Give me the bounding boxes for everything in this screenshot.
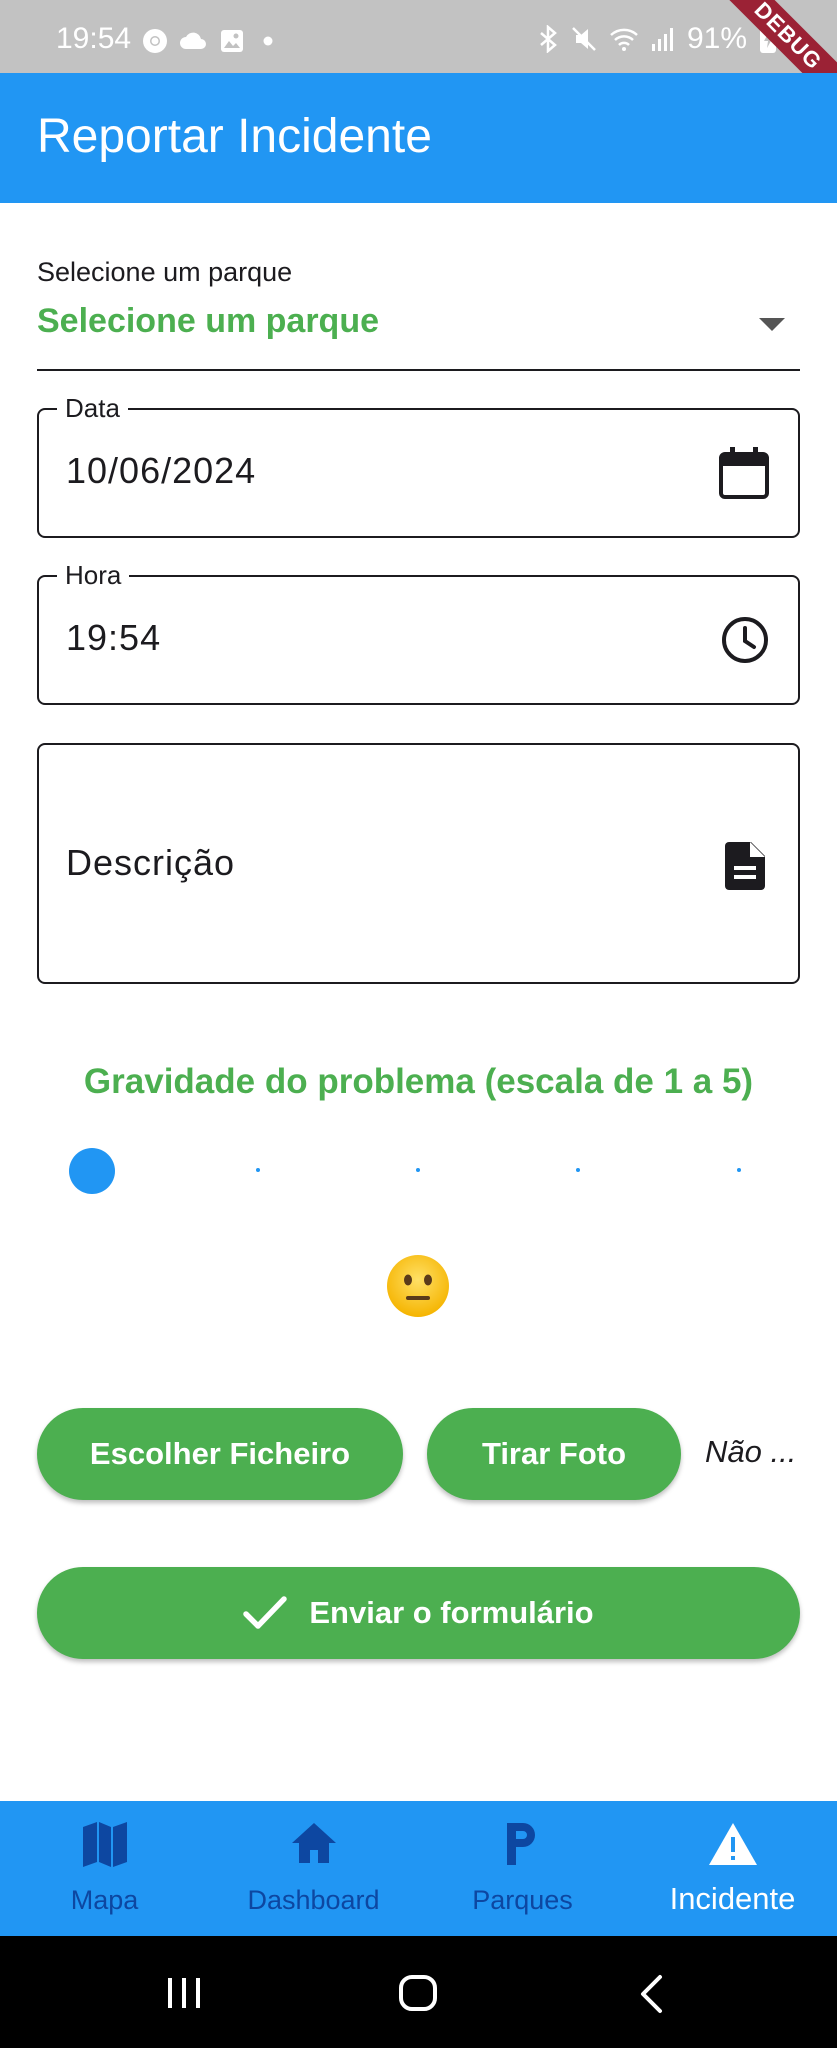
bluetooth-icon (540, 25, 557, 53)
nav-item-mapa[interactable]: Mapa (0, 1801, 209, 1936)
dropdown-arrow-icon[interactable] (759, 318, 785, 331)
description-field[interactable]: Descrição (37, 743, 800, 984)
slider-thumb[interactable] (69, 1148, 115, 1194)
signal-icon (651, 28, 673, 51)
system-nav-bar (0, 1936, 837, 2048)
warning-icon (708, 1823, 757, 1865)
check-icon (243, 1596, 288, 1629)
dropdown-underline (37, 369, 800, 371)
recent-apps-icon[interactable] (166, 1976, 202, 2010)
date-field[interactable]: Data 10/06/2024 (37, 393, 800, 538)
nav-item-dashboard[interactable]: Dashboard (209, 1801, 418, 1936)
map-icon (82, 1822, 127, 1867)
nav-item-parques[interactable]: Parques (418, 1801, 627, 1936)
park-dropdown-value[interactable]: Selecione um parque (37, 302, 379, 341)
dot-icon (263, 36, 273, 46)
home-button-icon[interactable] (398, 1974, 438, 2012)
submit-button[interactable]: Enviar o formulário (37, 1567, 800, 1659)
time-field[interactable]: Hora 19:54 (37, 560, 800, 705)
status-time: 19:54 (56, 22, 132, 55)
nav-label-mapa: Mapa (70, 1885, 139, 1915)
date-field-label: Data (57, 393, 128, 424)
severity-title: Gravidade do problema (escala de 1 a 5) (83, 1062, 754, 1101)
time-field-label: Hora (57, 560, 130, 591)
status-right: 91% (537, 22, 777, 56)
mute-icon (572, 27, 596, 51)
slider-tick (256, 1168, 260, 1172)
page-title: Reportar Incidente (37, 110, 432, 163)
clock-icon[interactable] (720, 615, 770, 665)
choose-file-button[interactable]: Escolher Ficheiro (37, 1408, 403, 1500)
submit-button-label: Enviar o formulário (309, 1595, 594, 1630)
slider-tick (416, 1168, 420, 1172)
time-field-value[interactable]: 19:54 (66, 617, 161, 659)
bottom-nav: Mapa Dashboard Parques Incidente (0, 1801, 837, 1936)
parking-icon (506, 1823, 535, 1865)
app-bar: Reportar Incidente (0, 73, 837, 203)
wifi-icon (610, 28, 638, 51)
nav-label-dashboard: Dashboard (247, 1885, 380, 1915)
status-left-icons (142, 28, 280, 54)
status-bar: 19:54 91% DEBUG (0, 0, 837, 115)
document-icon (725, 842, 765, 890)
chrome-icon (143, 29, 167, 53)
gallery-icon (221, 30, 243, 52)
calendar-icon[interactable] (718, 446, 770, 500)
slider-tick (737, 1168, 741, 1172)
take-photo-button[interactable]: Tirar Foto (427, 1408, 681, 1500)
nav-label-incidente: Incidente (669, 1881, 796, 1916)
slider-tick (576, 1168, 580, 1172)
nav-label-parques: Parques (472, 1885, 573, 1915)
description-placeholder[interactable]: Descrição (66, 842, 235, 884)
park-dropdown-label: Selecione um parque (37, 257, 293, 287)
back-icon[interactable] (638, 1974, 664, 2014)
cloud-icon (180, 32, 206, 49)
home-icon (291, 1823, 336, 1863)
nav-item-incidente[interactable]: Incidente (628, 1801, 837, 1936)
file-status: Não ... (705, 1434, 797, 1469)
neutral-face-icon (387, 1255, 449, 1317)
battery-percent: 91% (686, 22, 747, 55)
date-field-value[interactable]: 10/06/2024 (66, 450, 256, 492)
